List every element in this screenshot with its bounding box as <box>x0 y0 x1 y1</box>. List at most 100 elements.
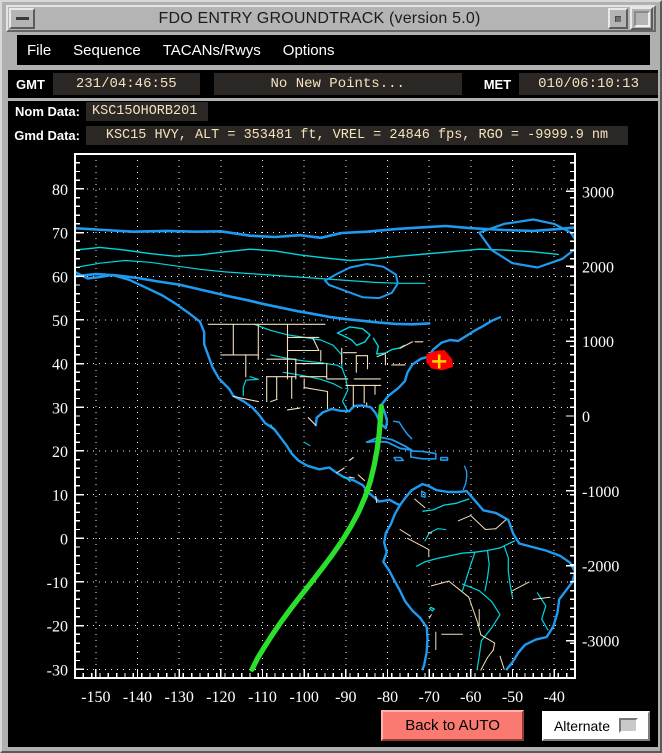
y2-axis-tick-label: 3000 <box>582 184 614 201</box>
island-cuba <box>367 437 412 450</box>
y-axis-tick-label: 40 <box>52 357 68 374</box>
y2-axis-tick-label: 2000 <box>582 259 614 276</box>
menu-bar: File Sequence TACANs/Rwys Options <box>17 35 650 65</box>
gmd-data-row: Gmd Data: KSC15 HVY, ALT = 353481 ft, VR… <box>8 125 658 146</box>
nom-data-row: Nom Data: KSC15OHORB201 <box>8 101 658 122</box>
met-value: 010/06:10:13 <box>519 73 658 95</box>
sa-border-5 <box>449 581 469 597</box>
y-axis-tick-label: 0 <box>60 531 68 548</box>
x-axis-tick-label: -120 <box>206 689 235 704</box>
river-negro <box>425 529 446 541</box>
x-axis-tick-label: -90 <box>335 689 356 704</box>
title-bar: FDO ENTRY GROUNDTRACK (version 5.0) <box>6 5 656 32</box>
river-platte <box>271 355 342 368</box>
island-puerto-rico <box>441 458 448 461</box>
x-axis-tick-label: -110 <box>248 689 277 704</box>
coastline-greenland <box>479 220 579 268</box>
sa-border-23 <box>500 656 504 669</box>
sa-border-9 <box>493 643 494 650</box>
coastline-south-america-west <box>383 505 427 669</box>
menu-item-sequence[interactable]: Sequence <box>64 40 150 61</box>
coastline-arctic <box>75 226 575 238</box>
lake-superior <box>338 327 371 345</box>
y2-axis-tick-label: 1000 <box>582 334 614 351</box>
application-window: FDO ENTRY GROUNDTRACK (version 5.0) File… <box>0 0 662 753</box>
river-arctic-inland <box>75 247 558 260</box>
sa-border-11 <box>481 658 488 671</box>
river-tocantins <box>504 546 512 597</box>
lake-titicaca <box>430 607 435 611</box>
alternate-label: Alternate <box>554 718 610 734</box>
mexico-border-1 <box>271 399 277 401</box>
menu-item-file[interactable]: File <box>18 40 60 61</box>
y-axis-tick-label: 50 <box>52 313 68 330</box>
met-label: MET <box>476 77 519 92</box>
y2-axis-tick-label: -1000 <box>582 484 619 501</box>
sa-border-7 <box>478 625 481 635</box>
x-axis-tick-label: -80 <box>377 689 398 704</box>
y-axis-tick-label: 20 <box>52 444 68 461</box>
coastline-west-north-america <box>75 272 400 505</box>
sa-border-16 <box>513 582 530 591</box>
menu-item-options[interactable]: Options <box>274 40 344 61</box>
coastline-hudson-south <box>75 274 429 324</box>
status-strip: GMT 231/04:46:55 No New Points... MET 01… <box>8 70 658 98</box>
sa-border-19 <box>485 529 495 530</box>
x-axis-tick-label: -60 <box>460 689 481 704</box>
x-axis-tick-label: -100 <box>290 689 319 704</box>
back-to-auto-button[interactable]: Back to AUTO <box>381 710 524 741</box>
y-axis-tick-label: 10 <box>52 488 68 505</box>
gmt-label: GMT <box>8 77 53 92</box>
maximize-button[interactable] <box>630 7 653 30</box>
mexico-border-2 <box>288 408 301 410</box>
restore-icon <box>615 16 621 22</box>
island-hispaniola <box>411 451 436 459</box>
mexico-border-3 <box>308 418 316 426</box>
gmd-data-value: KSC15 HVY, ALT = 353481 ft, VREL = 24846… <box>86 126 628 145</box>
bottom-control-bar: Back to AUTO Alternate <box>8 704 658 747</box>
window-buttons <box>608 7 653 30</box>
mexico-border-7 <box>358 475 364 481</box>
state-border-38 <box>400 342 413 349</box>
y-axis-tick-label: -10 <box>47 575 68 592</box>
y-axis-tick-label: 30 <box>52 400 68 417</box>
data-rows: Nom Data: KSC15OHORB201 Gmd Data: KSC15 … <box>8 101 658 147</box>
sa-border-0 <box>415 499 425 508</box>
y-axis-tick-label: 80 <box>52 182 68 199</box>
x-axis-tick-label: -150 <box>81 689 110 704</box>
y2-axis-tick-label: 0 <box>582 409 590 426</box>
river-orinoco <box>423 499 469 511</box>
nom-data-label: Nom Data: <box>8 104 86 119</box>
nom-data-value[interactable]: KSC15OHORB201 <box>86 102 208 121</box>
y-axis-tick-label: -30 <box>47 662 68 679</box>
lakes-huron-erie-ontario <box>373 338 404 354</box>
gmt-value: 231/04:46:55 <box>53 73 200 95</box>
sa-border-18 <box>471 516 486 530</box>
menu-item-tacans-rwys[interactable]: TACANs/Rwys <box>154 40 270 61</box>
y-axis-tick-label: -20 <box>47 619 68 636</box>
river-amazon <box>417 541 515 566</box>
minimize-button[interactable] <box>9 8 35 29</box>
alternate-toggle[interactable]: Alternate <box>542 711 650 741</box>
mexico-border-6 <box>349 477 354 478</box>
sa-border-4 <box>431 581 449 586</box>
mexico-border-5 <box>349 458 353 461</box>
gmd-data-label: Gmd Data: <box>8 128 86 143</box>
x-axis-tick-label: -70 <box>419 689 440 704</box>
map-canvas: -30-20-1001020304050607080-150-140-130-1… <box>8 147 658 704</box>
window-title: FDO ENTRY GROUNDTRACK (version 5.0) <box>35 10 608 28</box>
sa-border-22 <box>400 530 410 537</box>
sa-border-10 <box>488 650 494 657</box>
y2-axis-tick-label: -2000 <box>582 559 619 576</box>
x-axis-tick-label: -50 <box>502 689 523 704</box>
mexico-border-9 <box>376 496 377 502</box>
groundtrack-map[interactable]: -30-20-1001020304050607080-150-140-130-1… <box>8 147 658 704</box>
x-axis-tick-label: -140 <box>123 689 152 704</box>
island-jamaica <box>394 458 403 461</box>
river-tapajos <box>485 551 489 591</box>
groundtrack-line <box>252 406 381 669</box>
minimize-icon <box>16 17 29 20</box>
mexico-border-4 <box>337 468 345 473</box>
restore-button[interactable] <box>608 8 628 29</box>
river-mexico-2 <box>304 442 310 446</box>
